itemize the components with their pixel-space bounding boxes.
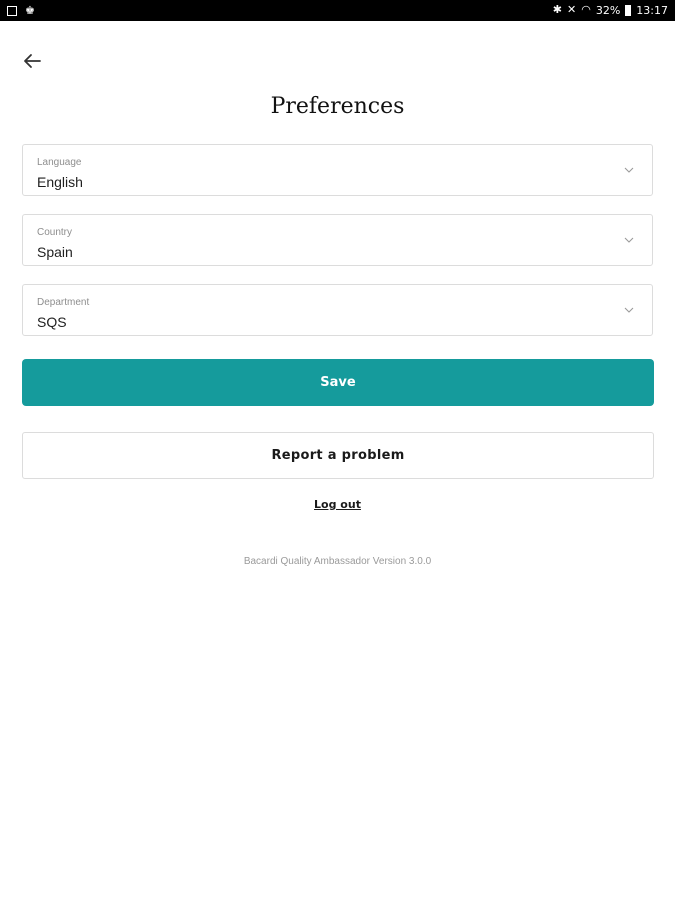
gallery-icon [7, 6, 17, 16]
status-bar: ♚ ✱ ✕ ◠ 32% 13:17 [0, 0, 675, 21]
language-select[interactable]: Language English [22, 144, 653, 196]
version-text: Bacardi Quality Ambassador Version 3.0.0 [243, 556, 432, 567]
status-bar-right: ✱ ✕ ◠ 32% 13:17 [553, 3, 668, 17]
language-label: Language [37, 157, 82, 168]
page-title: Preferences [270, 94, 405, 119]
status-bar-left: ♚ [7, 4, 35, 18]
wifi-icon: ◠ [581, 3, 591, 16]
department-label: Department [37, 297, 90, 308]
chevron-down-icon [624, 307, 634, 313]
save-button[interactable]: Save [22, 359, 654, 406]
app-notification-icon: ♚ [25, 4, 35, 17]
bluetooth-icon: ✱ [552, 3, 563, 16]
country-value: Spain [37, 244, 73, 260]
back-button[interactable] [18, 47, 46, 75]
department-select[interactable]: Department SQS [22, 284, 653, 336]
battery-icon [625, 4, 632, 16]
country-label: Country [37, 227, 73, 238]
chevron-down-icon [624, 167, 634, 173]
arrow-left-icon [24, 54, 41, 68]
logout-row: Log out [0, 495, 675, 513]
mute-icon: ✕ [567, 3, 577, 16]
department-value: SQS [37, 314, 67, 330]
country-select[interactable]: Country Spain [22, 214, 653, 266]
battery-percent: 32% [595, 3, 621, 17]
logout-link[interactable]: Log out [314, 498, 361, 511]
chevron-down-icon [624, 237, 634, 243]
clock: 13:17 [636, 3, 668, 17]
report-problem-button[interactable]: Report a problem [22, 432, 654, 479]
language-value: English [37, 174, 83, 190]
